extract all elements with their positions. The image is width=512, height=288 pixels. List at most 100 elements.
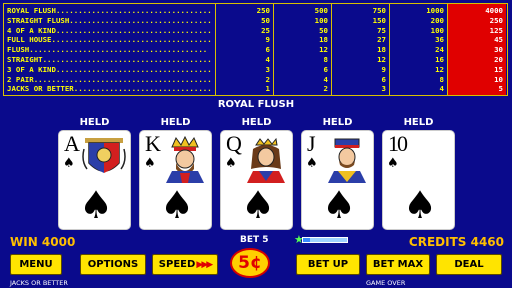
paytable-payout: 250 [256,6,270,15]
spade-icon: ♠ [306,156,318,171]
paytable-payout: 5 [498,84,503,94]
paytable-hand-names: ROYAL FLUSH.............................… [4,4,216,95]
spade-icon: ♠ [144,156,156,171]
paytable-payout: 16 [435,54,444,64]
speed-button[interactable]: SPEED ▶▶▶ [152,254,218,275]
game-name-label: JACKS OR BETTER [10,279,68,287]
jack-portrait-icon [328,138,366,183]
king-portrait-icon [166,135,204,183]
held-label: HELD [160,117,191,128]
paytable-payout: 6 [381,74,386,84]
card-rank: Q [226,131,242,156]
card-slot-4[interactable]: HELD J ♠ ♠ [301,116,374,230]
spade-icon: ♠ [387,156,399,171]
paytable-payout: 45 [494,35,503,45]
paytable-payout: 8 [323,54,328,64]
spade-icon: ♠ [322,183,357,227]
paytable-column-5-coins-active: 4000 250 125 45 30 20 15 10 5 [448,4,506,95]
game-status-label: GAME OVER [366,279,406,287]
paytable-payout: 15 [494,64,503,74]
paytable-payout: 150 [372,15,386,25]
paytable-payout: 75 [377,25,386,35]
paytable-payout: 10 [494,74,503,84]
paytable-payout: 4 [265,54,270,64]
paytable-payout: 36 [435,35,444,45]
spade-icon: ♠ [63,156,75,171]
fast-forward-icon: ▶▶▶ [195,260,213,270]
card-rank: J [307,131,316,156]
deal-button[interactable]: DEAL [436,254,502,275]
paytable-hand-royal-flush: ROYAL FLUSH.............................… [7,6,212,15]
paytable-hand-two-pair: 2 PAIR..................................… [7,74,212,84]
paytable-column-4-coins: 1000 200 100 36 24 16 12 8 4 [390,4,448,95]
paytable-payout: 2 [323,84,328,94]
card-slot-2[interactable]: HELD K ♠ ♠ [139,116,212,230]
spade-icon: ♠ [241,183,276,227]
held-label: HELD [322,117,353,128]
paytable-payout: 1000 [426,6,444,15]
card-rank: K [145,131,161,156]
held-label: HELD [403,117,434,128]
held-label: HELD [79,117,110,128]
paytable-payout: 3 [265,64,270,74]
paytable-payout: 27 [377,35,386,45]
paytable-payout: 4 [323,74,328,84]
paytable-payout: 18 [319,35,328,45]
spade-icon: ♠ [79,183,114,227]
paytable-payout: 50 [319,25,328,35]
result-title: ROYAL FLUSH [217,99,295,110]
paytable-payout: 8 [439,74,444,84]
bet-up-button[interactable]: BET UP [296,254,360,275]
card-ten-of-spades[interactable]: 10 ♠ ♠ [382,130,455,230]
paytable-payout: 2 [265,74,270,84]
paytable-payout: 9 [381,64,386,74]
denomination-coin[interactable]: 5¢ [230,248,270,278]
paytable-payout: 50 [261,15,270,25]
card-rank: 10 [388,131,408,156]
card-king-of-spades[interactable]: K ♠ ♠ [139,130,212,230]
paytable-hand-straight-flush: STRAIGHT FLUSH..........................… [7,15,212,25]
card-slot-5[interactable]: HELD 10 ♠ ♠ [382,116,455,230]
ace-crest-icon [82,138,126,173]
card-slot-1[interactable]: HELD A ♠ ♠ [58,116,131,230]
card-ace-of-spades[interactable]: A ♠ ♠ [58,130,131,230]
paytable-hand-three-of-a-kind: 3 OF A KIND.............................… [7,64,212,74]
bonus-progress: ★ [294,234,350,245]
paytable-payout: 30 [494,45,503,55]
paytable-payout: 100 [314,15,328,25]
speed-label: SPEED [158,259,196,270]
card-slot-3[interactable]: HELD Q ♠ ♠ [220,116,293,230]
paytable-payout: 1 [265,84,270,94]
bonus-progress-bar [302,237,348,243]
paytable-payout: 3 [381,84,386,94]
paytable-hand-jacks-or-better: JACKS OR BETTER.........................… [7,84,212,94]
paytable-payout: 250 [489,15,503,25]
paytable-payout: 9 [265,35,270,45]
paytable-hand-full-house: FULL HOUSE..............................… [7,35,212,45]
card-rank: A [64,131,80,156]
paytable-payout: 200 [430,15,444,25]
paytable-payout: 24 [435,45,444,55]
paytable-payout: 100 [430,25,444,35]
paytable-payout: 750 [372,6,386,15]
card-queen-of-spades[interactable]: Q ♠ ♠ [220,130,293,230]
bet-amount: BET 5 [240,235,269,245]
paytable-column-2-coins: 500 100 50 18 12 8 6 4 2 [274,4,332,95]
paytable-hand-four-of-a-kind: 4 OF A KIND.............................… [7,25,212,35]
spade-icon: ♠ [160,183,195,227]
spade-icon: ♠ [225,156,237,171]
win-amount: WIN 4000 [10,235,76,249]
card-jack-of-spades[interactable]: J ♠ ♠ [301,130,374,230]
paytable-hand-flush: FLUSH...................................… [7,45,208,55]
menu-button[interactable]: MENU [10,254,62,275]
options-button[interactable]: OPTIONS [80,254,146,275]
paytable-column-1-coin: 250 50 25 9 6 4 3 2 1 [216,4,274,95]
paytable-payout: 4000 [485,6,503,15]
paytable-column-3-coins: 750 150 75 27 18 12 9 6 3 [332,4,390,95]
credits-amount: CREDITS 4460 [408,235,504,249]
bet-max-button[interactable]: BET MAX [366,254,430,275]
spade-icon: ♠ [403,183,438,227]
paytable: ROYAL FLUSH.............................… [3,3,508,96]
paytable-payout: 18 [377,45,386,55]
bonus-progress-fill [303,238,310,242]
